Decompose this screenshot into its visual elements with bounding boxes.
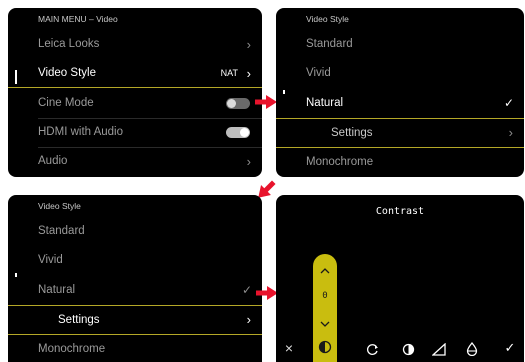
contrast-slider[interactable]: 0 bbox=[313, 254, 337, 362]
menu-item-video-style[interactable]: Video Style NAT › bbox=[8, 59, 262, 88]
style-item-standard[interactable]: Standard bbox=[8, 217, 262, 246]
menu-item-label: Monochrome bbox=[38, 343, 106, 355]
video-style-screen: Video Style Standard Vivid Natural ✓ Set… bbox=[276, 8, 524, 177]
chevron-right-icon: › bbox=[246, 312, 251, 327]
menu-item-label: Settings bbox=[331, 127, 373, 139]
style-item-settings[interactable]: Settings › bbox=[8, 305, 262, 335]
style-item-monochrome[interactable]: Monochrome bbox=[276, 148, 524, 177]
style-item-natural[interactable]: Natural ✓ bbox=[8, 276, 262, 305]
sharpness-icon[interactable] bbox=[432, 343, 446, 356]
chevron-right-icon: › bbox=[246, 66, 251, 81]
menu-item-cine-mode[interactable]: Cine Mode bbox=[8, 89, 262, 118]
chevron-down-icon[interactable] bbox=[320, 321, 330, 327]
style-item-standard[interactable]: Standard bbox=[276, 30, 524, 59]
toggle-knob bbox=[227, 99, 236, 108]
menu-item-label: Natural bbox=[38, 284, 76, 296]
cine-mode-toggle[interactable] bbox=[226, 98, 250, 109]
style-item-monochrome[interactable]: Monochrome bbox=[8, 335, 262, 362]
contrast-adjust-screen: Contrast × 0 ✓ bbox=[276, 195, 524, 362]
check-icon: ✓ bbox=[241, 283, 252, 297]
video-style-settings-screen: Video Style Standard Vivid Natural ✓ Set… bbox=[8, 195, 262, 362]
contrast-title: Contrast bbox=[375, 206, 425, 217]
close-icon[interactable]: × bbox=[279, 340, 299, 356]
menu-item-label: Video Style bbox=[38, 67, 96, 79]
menu-item-label: Cine Mode bbox=[38, 97, 94, 109]
menu-item-label: Settings bbox=[58, 314, 100, 326]
style-item-vivid[interactable]: Vivid bbox=[8, 246, 262, 275]
half-circle-icon[interactable] bbox=[402, 343, 415, 356]
menu-item-label: HDMI with Audio bbox=[38, 126, 124, 138]
style-item-vivid[interactable]: Vivid bbox=[276, 59, 524, 88]
main-menu-screen: MAIN MENU – Video Leica Looks › Video St… bbox=[8, 8, 262, 177]
menu-item-leica-looks[interactable]: Leica Looks › bbox=[8, 30, 262, 59]
menu-item-label: Vivid bbox=[38, 254, 63, 266]
video-style-value: NAT bbox=[220, 68, 238, 78]
check-icon: ✓ bbox=[503, 96, 514, 110]
menu-item-label: Monochrome bbox=[306, 156, 374, 168]
menu-item-hdmi-audio[interactable]: HDMI with Audio bbox=[8, 118, 262, 147]
menu-item-label: Leica Looks bbox=[38, 38, 100, 50]
menu-item-label: Vivid bbox=[306, 67, 331, 79]
menu-item-label: Standard bbox=[38, 225, 85, 237]
chevron-right-icon: › bbox=[246, 154, 251, 169]
arrow-right-icon bbox=[255, 95, 277, 109]
menu-item-label: Natural bbox=[306, 97, 344, 109]
rotate-icon[interactable] bbox=[366, 343, 379, 356]
menu-item-label: Audio bbox=[38, 155, 68, 167]
menu-item-label: Standard bbox=[306, 38, 353, 50]
arrow-right-icon bbox=[256, 286, 278, 300]
chevron-right-icon: › bbox=[246, 37, 251, 52]
hdmi-audio-toggle[interactable] bbox=[226, 127, 250, 138]
contrast-value: 0 bbox=[322, 291, 328, 301]
style-item-natural[interactable]: Natural ✓ bbox=[276, 89, 524, 118]
chevron-up-icon[interactable] bbox=[320, 268, 330, 274]
contrast-icon[interactable] bbox=[318, 340, 332, 354]
saturation-icon[interactable] bbox=[466, 342, 478, 356]
chevron-right-icon: › bbox=[508, 125, 513, 140]
style-item-settings[interactable]: Settings › bbox=[276, 118, 524, 148]
check-icon[interactable]: ✓ bbox=[500, 340, 520, 356]
menu-item-audio[interactable]: Audio › bbox=[8, 147, 262, 176]
toggle-knob bbox=[240, 128, 249, 137]
